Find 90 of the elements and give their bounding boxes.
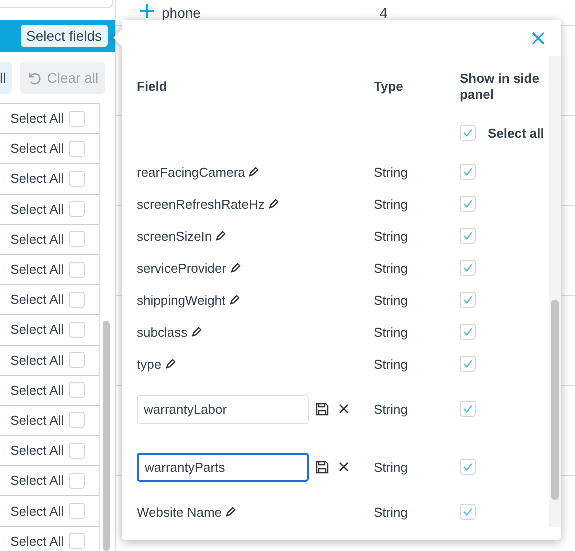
checkmark-icon bbox=[463, 200, 473, 208]
checkbox[interactable] bbox=[460, 260, 476, 276]
field-name: rearFacingCamera bbox=[137, 164, 246, 180]
select-all-label: Select All bbox=[10, 412, 64, 428]
select-all-label: Select All bbox=[10, 202, 64, 217]
field-type: String bbox=[374, 402, 409, 416]
pencil-icon[interactable] bbox=[192, 327, 202, 337]
checkmark-icon bbox=[463, 264, 473, 272]
select-all-button[interactable]: ll bbox=[0, 62, 12, 94]
checkbox[interactable] bbox=[69, 170, 86, 187]
field-type: String bbox=[374, 324, 409, 340]
checkbox[interactable] bbox=[460, 401, 476, 417]
select-all-label: Select All bbox=[10, 111, 64, 126]
checkbox[interactable] bbox=[460, 504, 476, 520]
checkbox[interactable] bbox=[69, 262, 86, 278]
checkbox[interactable] bbox=[69, 352, 86, 368]
scrollbar-thumb[interactable] bbox=[103, 321, 110, 551]
item-name: phone bbox=[162, 4, 202, 20]
field-name: screenRefreshRateHz bbox=[137, 196, 265, 212]
pencil-icon[interactable] bbox=[230, 295, 240, 305]
field-name: screenSizeIn bbox=[137, 228, 212, 244]
checkmark-icon bbox=[463, 168, 473, 176]
checkbox[interactable] bbox=[69, 442, 86, 459]
checkbox[interactable] bbox=[69, 322, 86, 338]
field-name: serviceProvider bbox=[137, 260, 227, 276]
column-header: Field bbox=[137, 79, 168, 95]
field-name-input[interactable]: warrantyLabor bbox=[137, 394, 309, 424]
select-all-label: Select all bbox=[488, 126, 544, 140]
checkmark-icon bbox=[463, 129, 473, 137]
field-name: shippingWeight bbox=[137, 292, 226, 308]
select-all-label: Select All bbox=[10, 473, 64, 488]
checkbox[interactable] bbox=[460, 356, 476, 372]
pencil-icon[interactable] bbox=[166, 359, 176, 369]
select-all-label: Select All bbox=[10, 141, 64, 156]
checkbox[interactable] bbox=[460, 125, 476, 141]
checkbox[interactable] bbox=[69, 231, 86, 248]
pencil-icon[interactable] bbox=[230, 263, 241, 273]
checkbox[interactable] bbox=[69, 503, 86, 520]
checkbox[interactable] bbox=[69, 533, 86, 550]
select-all-label: Select All bbox=[10, 382, 64, 398]
column-header: Show in side panel bbox=[460, 71, 540, 103]
field-type: String bbox=[374, 196, 409, 212]
checkmark-icon bbox=[463, 360, 473, 368]
select-fields-button[interactable]: Select fields bbox=[20, 25, 108, 47]
field-name: type bbox=[137, 356, 162, 372]
select-all-label: Select All bbox=[10, 171, 64, 186]
column-header: Type bbox=[374, 79, 404, 95]
checkbox[interactable] bbox=[69, 412, 86, 428]
checkmark-icon bbox=[463, 508, 473, 516]
checkbox[interactable] bbox=[69, 382, 86, 398]
select-all-label: Select All bbox=[10, 504, 64, 519]
checkbox[interactable] bbox=[69, 472, 86, 489]
checkbox[interactable] bbox=[460, 459, 476, 475]
field-type: String bbox=[374, 460, 409, 474]
select-all-label: Select All bbox=[10, 262, 64, 278]
checkmark-icon bbox=[463, 405, 473, 413]
checkbox[interactable] bbox=[69, 140, 86, 157]
checkbox[interactable] bbox=[69, 292, 86, 308]
pencil-icon[interactable] bbox=[226, 507, 236, 517]
field-name: subclass bbox=[137, 324, 188, 340]
checkmark-icon bbox=[463, 232, 473, 240]
checkmark-icon bbox=[463, 463, 473, 471]
field-type: String bbox=[374, 504, 409, 520]
checkmark-icon bbox=[463, 296, 473, 304]
select-all-label: Select All bbox=[10, 534, 64, 549]
checkbox[interactable] bbox=[460, 292, 476, 308]
checkbox[interactable] bbox=[460, 324, 476, 340]
field-type: String bbox=[374, 356, 409, 372]
checkbox[interactable] bbox=[69, 110, 86, 127]
checkmark-icon bbox=[463, 328, 473, 336]
select-all-label: Select All bbox=[10, 292, 64, 308]
pencil-icon[interactable] bbox=[268, 199, 279, 209]
item-count: 4 bbox=[380, 4, 388, 20]
field-type: String bbox=[374, 292, 409, 308]
select-all-label: Select All bbox=[10, 322, 64, 338]
pencil-icon[interactable] bbox=[249, 167, 260, 177]
field-name-input[interactable]: warrantyParts bbox=[137, 452, 309, 482]
pencil-icon[interactable] bbox=[216, 231, 226, 241]
field-type: String bbox=[374, 228, 409, 244]
field-type: String bbox=[374, 164, 409, 180]
select-all-label: Select All bbox=[10, 352, 64, 368]
checkbox[interactable] bbox=[460, 228, 476, 244]
field-type: String bbox=[374, 260, 409, 276]
checkbox[interactable] bbox=[69, 201, 86, 218]
field-name: Website Name bbox=[137, 504, 222, 520]
checkbox[interactable] bbox=[460, 164, 476, 180]
checkbox[interactable] bbox=[460, 196, 476, 212]
select-all-label: Select All bbox=[10, 232, 64, 247]
select-all-label: Select All bbox=[10, 443, 64, 458]
scrollbar-thumb[interactable] bbox=[551, 300, 559, 500]
